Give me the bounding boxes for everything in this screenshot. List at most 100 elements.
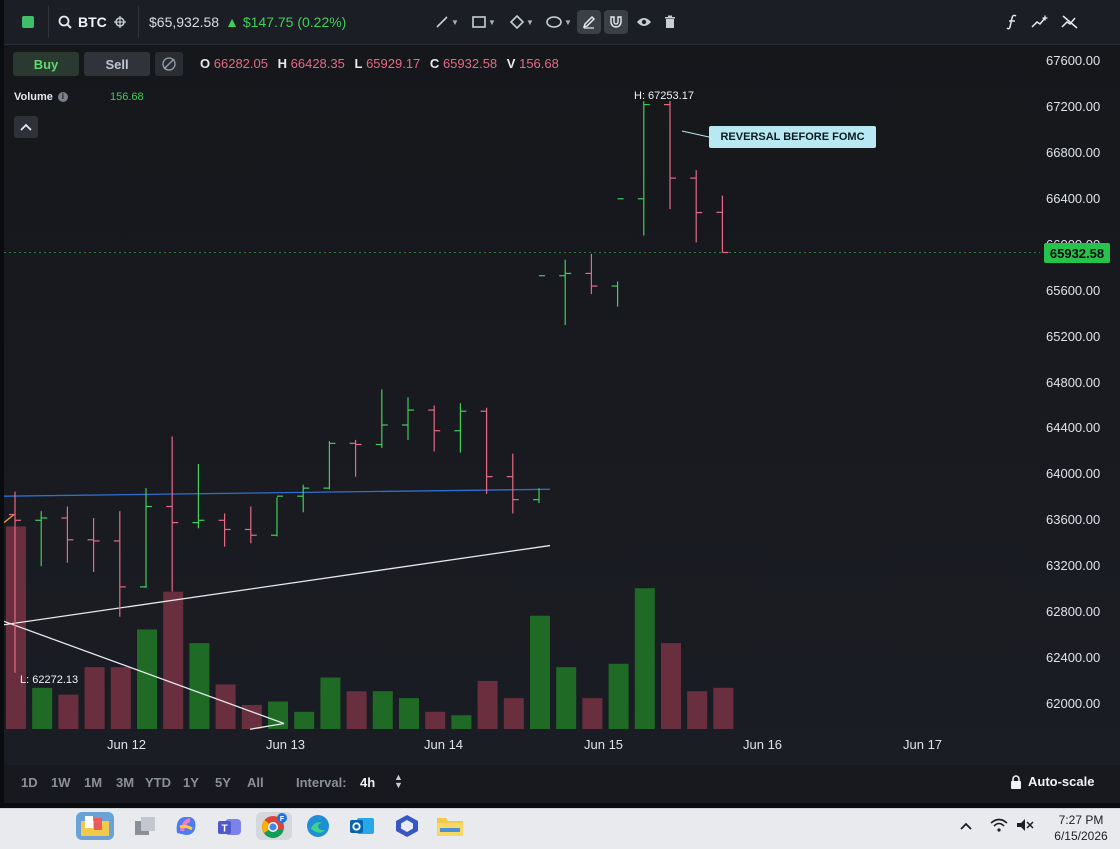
price-tick-label: 62400.00 bbox=[1046, 650, 1101, 666]
last-price-tag: 65932.58 bbox=[1044, 243, 1110, 263]
price-tick-label: 62800.00 bbox=[1046, 604, 1101, 620]
interval-value[interactable]: 4h bbox=[360, 775, 375, 790]
range-button-1d[interactable]: 1D bbox=[21, 775, 38, 790]
buy-button[interactable]: Buy bbox=[13, 52, 79, 76]
line-tool[interactable]: ▼ bbox=[432, 10, 462, 34]
copilot-icon[interactable] bbox=[172, 812, 200, 840]
range-button-3m[interactable]: 3M bbox=[116, 775, 134, 790]
price-tick-label: 66400.00 bbox=[1046, 190, 1101, 206]
callout-leader bbox=[681, 130, 710, 138]
ohlc-volume-value: 156.68 bbox=[519, 56, 559, 71]
ohlc-volume-label: V bbox=[506, 56, 516, 71]
volume-bar bbox=[451, 715, 472, 729]
collapse-button[interactable] bbox=[14, 116, 38, 138]
volume-bar bbox=[189, 643, 210, 729]
trash-icon bbox=[665, 15, 675, 28]
ohlc-close-value: 65932.58 bbox=[442, 56, 498, 71]
trading-app: BTC $65,932.58 ▲ $147.75 (0.22%) ▼ ▼ ▼ ▼ bbox=[4, 0, 1120, 803]
hide-icon bbox=[162, 57, 176, 71]
price-chart[interactable] bbox=[4, 45, 1120, 765]
range-button-all[interactable]: All bbox=[247, 775, 264, 790]
magnet-tool[interactable] bbox=[604, 10, 628, 34]
volume-bar bbox=[556, 667, 577, 729]
delete-drawings[interactable] bbox=[658, 10, 682, 34]
hide-trading-button[interactable] bbox=[155, 52, 183, 76]
hide-indicators-button[interactable] bbox=[1056, 10, 1084, 34]
high-annotation: H: 67253.17 bbox=[634, 90, 694, 102]
compare-button[interactable] bbox=[1026, 10, 1054, 34]
sell-button[interactable]: Sell bbox=[84, 52, 150, 76]
range-button-1m[interactable]: 1M bbox=[84, 775, 102, 790]
outlook-icon[interactable] bbox=[348, 812, 376, 840]
top-toolbar: BTC $65,932.58 ▲ $147.75 (0.22%) ▼ ▼ ▼ ▼ bbox=[4, 0, 1120, 45]
ohlc-low-label: L bbox=[354, 56, 363, 71]
tray-chevron-up-icon[interactable] bbox=[960, 818, 972, 834]
folder-icon[interactable] bbox=[436, 812, 464, 840]
range-button-5y[interactable]: 5Y bbox=[215, 775, 231, 790]
interval-stepper[interactable]: ▲ ▼ bbox=[394, 773, 403, 790]
rectangle-tool-icon bbox=[472, 16, 486, 28]
symbol-label: BTC bbox=[78, 14, 107, 30]
trendline-white-upper bbox=[4, 544, 551, 626]
volume-bar bbox=[346, 691, 367, 729]
wifi-icon[interactable] bbox=[990, 818, 1008, 835]
indicators-button[interactable] bbox=[1000, 10, 1024, 34]
volume-bar bbox=[661, 643, 681, 729]
volume-bar bbox=[530, 615, 550, 729]
visibility-toggle[interactable] bbox=[632, 10, 656, 34]
start-icon[interactable] bbox=[131, 812, 159, 840]
comment-tool-icon bbox=[546, 16, 562, 28]
pen-tool[interactable] bbox=[577, 10, 601, 34]
time-tick-label: Jun 14 bbox=[424, 737, 464, 752]
callout-note[interactable]: REVERSAL BEFORE FOMC bbox=[709, 126, 876, 148]
volume-bar bbox=[58, 694, 79, 729]
range-button-ytd[interactable]: YTD bbox=[145, 775, 171, 790]
file-explorer-icon[interactable] bbox=[76, 812, 114, 840]
compare-icon bbox=[1031, 15, 1048, 28]
system-clock[interactable]: 7:27 PM 6/15/2026 bbox=[1046, 812, 1116, 844]
store-icon[interactable] bbox=[393, 812, 421, 840]
volume-bar bbox=[110, 667, 131, 729]
chart-area[interactable] bbox=[4, 45, 1120, 765]
trendline-orange bbox=[4, 514, 15, 524]
volume-bar bbox=[215, 684, 236, 729]
divider bbox=[48, 6, 49, 38]
edge-icon[interactable] bbox=[304, 812, 332, 840]
rectangle-tool[interactable]: ▼ bbox=[468, 10, 500, 34]
price-tick-label: 63200.00 bbox=[1046, 558, 1101, 574]
comment-tool[interactable]: ▼ bbox=[542, 10, 576, 34]
clock-time: 7:27 PM bbox=[1058, 813, 1104, 827]
volume-muted-icon[interactable] bbox=[1016, 818, 1034, 835]
range-button-1w[interactable]: 1W bbox=[51, 775, 71, 790]
ohlc-low-value: 65929.17 bbox=[366, 56, 421, 71]
price-change: ▲ $147.75 (0.22%) bbox=[225, 14, 347, 30]
range-button-1y[interactable]: 1Y bbox=[183, 775, 199, 790]
symbol-search[interactable]: BTC bbox=[58, 0, 127, 44]
volume-bar bbox=[687, 691, 708, 729]
time-tick-label: Jun 16 bbox=[743, 737, 783, 752]
status-square-icon[interactable] bbox=[22, 0, 34, 44]
ohlc-close-label: C bbox=[429, 56, 440, 71]
up-arrow-icon: ▲ bbox=[225, 14, 239, 30]
chrome-icon[interactable]: F bbox=[256, 812, 292, 840]
teams-icon[interactable]: T bbox=[216, 812, 244, 840]
volume-bar bbox=[477, 680, 498, 729]
volume-bar bbox=[608, 663, 629, 729]
eye-icon bbox=[637, 18, 651, 26]
function-icon bbox=[1006, 14, 1017, 30]
info-icon[interactable]: i bbox=[57, 92, 68, 102]
shape-tool-icon bbox=[510, 15, 525, 29]
search-icon bbox=[58, 15, 72, 29]
current-price: $65,932.58 bbox=[149, 14, 220, 30]
volume-bar bbox=[503, 698, 524, 729]
volume-bar bbox=[634, 588, 655, 729]
volume-bar bbox=[32, 687, 53, 729]
volume-bar bbox=[294, 711, 315, 729]
auto-scale-toggle[interactable]: Auto-scale bbox=[1010, 774, 1094, 789]
ohlc-open-value: 66282.05 bbox=[213, 56, 268, 71]
price-tick-label: 66800.00 bbox=[1046, 144, 1101, 160]
ohlc-high-value: 66428.35 bbox=[290, 56, 345, 71]
shape-tool[interactable]: ▼ bbox=[506, 10, 538, 34]
trendline-blue bbox=[4, 488, 551, 497]
time-tick-label: Jun 12 bbox=[107, 737, 147, 752]
